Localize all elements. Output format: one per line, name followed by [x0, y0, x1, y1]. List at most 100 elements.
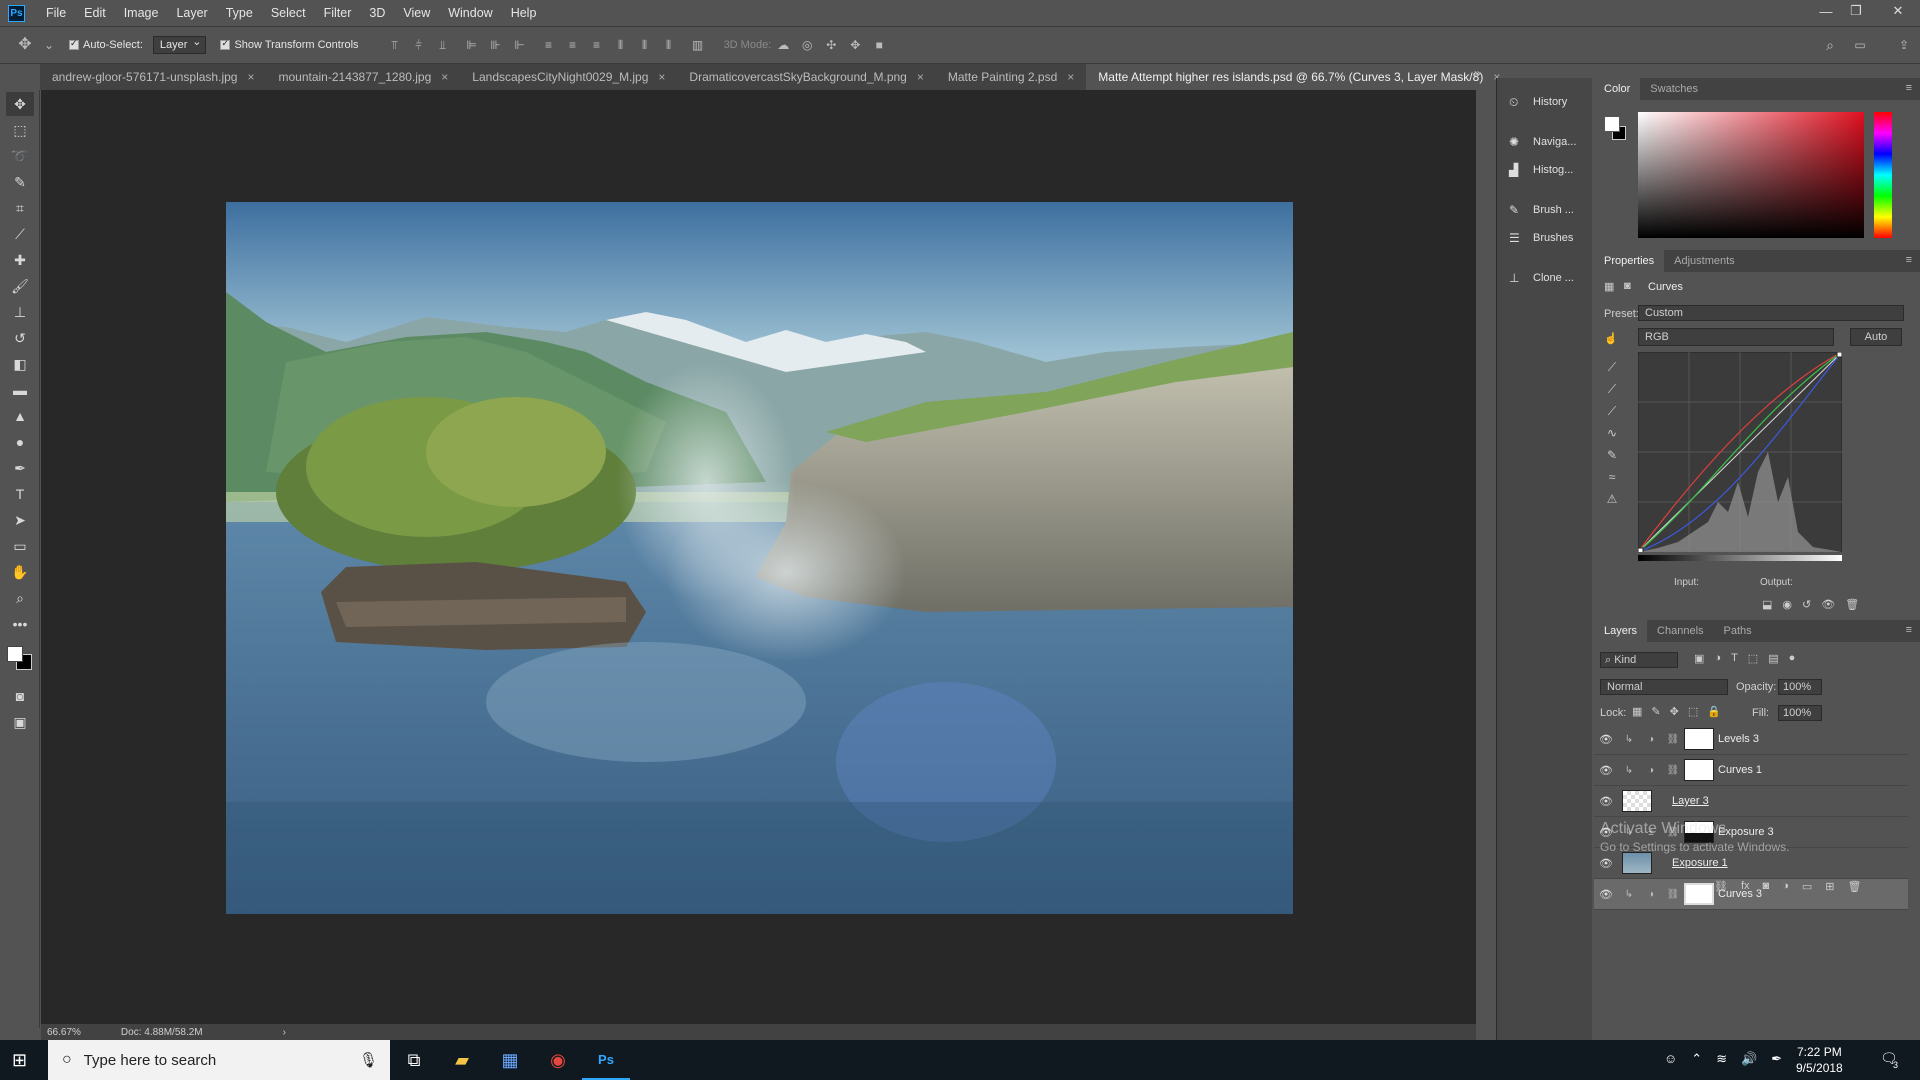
close-tab-icon[interactable]: ×: [1067, 64, 1074, 90]
quick-select-tool-icon[interactable]: ✎: [6, 170, 34, 194]
align-left-icon[interactable]: ⊫: [465, 38, 479, 52]
menu-type[interactable]: Type: [217, 0, 262, 26]
3d-orbit-icon[interactable]: ☁: [776, 38, 790, 52]
auto-button[interactable]: Auto: [1850, 328, 1902, 346]
status-arrow-icon[interactable]: ›: [283, 1027, 286, 1038]
visibility-icon[interactable]: 👁: [1821, 598, 1835, 611]
minimize-icon[interactable]: —: [1812, 0, 1840, 22]
clipping-warning-icon[interactable]: ⚠: [1602, 488, 1622, 510]
quick-mask-icon[interactable]: ◙: [6, 684, 34, 708]
app-building-icon[interactable]: ▦: [486, 1040, 534, 1080]
opacity-input[interactable]: 100%: [1778, 679, 1822, 695]
menu-layer[interactable]: Layer: [167, 0, 216, 26]
layer-row[interactable]: 👁 ↳ ◑ ⛓ Curves 1: [1594, 755, 1908, 786]
pencil-draw-icon[interactable]: ✎: [1602, 444, 1622, 466]
dock-histogram[interactable]: ▟ Histog...: [1497, 156, 1592, 184]
hand-tool-icon[interactable]: ✋: [6, 560, 34, 584]
blur-tool-icon[interactable]: ▲: [6, 404, 34, 428]
tab-swatches[interactable]: Swatches: [1640, 78, 1708, 100]
menu-select[interactable]: Select: [262, 0, 315, 26]
menu-image[interactable]: Image: [115, 0, 168, 26]
tab-document[interactable]: DramaticovercastSkyBackground_M.png ×: [677, 64, 935, 90]
foreground-color-swatch[interactable]: [7, 646, 23, 662]
distribute-vcenter-icon[interactable]: ≡: [566, 38, 580, 52]
move-tool-icon[interactable]: ✥: [6, 92, 34, 116]
gray-point-eyedropper-icon[interactable]: ⟋: [1602, 378, 1622, 400]
layer-row[interactable]: 👁 Layer 3: [1594, 786, 1908, 817]
align-right-icon[interactable]: ⊩: [513, 38, 527, 52]
brush-tool-icon[interactable]: 🖌: [6, 274, 34, 298]
distribute-hcenter-icon[interactable]: ⦀: [638, 38, 652, 52]
3d-pan-icon[interactable]: ✣: [824, 38, 838, 52]
filter-type-icon[interactable]: T: [1731, 652, 1738, 665]
healing-brush-tool-icon[interactable]: ✚: [6, 248, 34, 272]
tab-document[interactable]: mountain-2143877_1280.jpg ×: [266, 64, 460, 90]
fx-icon[interactable]: fx: [1741, 880, 1750, 893]
pen-tool-icon[interactable]: ✒: [6, 456, 34, 480]
show-transform-checkbox[interactable]: Show Transform Controls: [220, 38, 359, 51]
panel-menu-icon[interactable]: ≡: [1906, 82, 1912, 94]
tab-paths[interactable]: Paths: [1714, 620, 1762, 642]
tab-channels[interactable]: Channels: [1647, 620, 1713, 642]
align-top-icon[interactable]: ⫪: [388, 38, 402, 52]
visibility-icon[interactable]: 👁: [1594, 888, 1618, 901]
visibility-icon[interactable]: 👁: [1594, 764, 1618, 777]
crop-tool-icon[interactable]: ⌗: [6, 196, 34, 220]
link-icon[interactable]: ⛓: [1662, 765, 1684, 776]
color-field[interactable]: [1638, 112, 1864, 238]
eraser-tool-icon[interactable]: ◧: [6, 352, 34, 376]
distribute-top-icon[interactable]: ≡: [542, 38, 556, 52]
tab-document[interactable]: Matte Painting 2.psd ×: [936, 64, 1086, 90]
close-tab-icon[interactable]: ×: [441, 64, 448, 90]
layer-row[interactable]: 👁 ↳ ◑ ⛓ Levels 3: [1594, 724, 1908, 755]
menu-3d[interactable]: 3D: [360, 0, 394, 26]
trash-icon[interactable]: 🗑: [1845, 598, 1859, 611]
link-icon[interactable]: ⛓: [1662, 734, 1684, 745]
tool-preset-chevron-icon[interactable]: ⌄: [42, 38, 56, 52]
tab-document[interactable]: andrew-gloor-576171-unsplash.jpg ×: [40, 64, 266, 90]
layer-thumbnail[interactable]: [1622, 852, 1652, 874]
volume-icon[interactable]: 🔊: [1741, 1051, 1757, 1067]
channel-dropdown[interactable]: RGB: [1638, 328, 1834, 346]
new-layer-icon[interactable]: ⊞: [1825, 880, 1834, 893]
clock[interactable]: 7:22 PM 9/5/2018: [1796, 1044, 1843, 1076]
restore-icon[interactable]: ❐: [1842, 0, 1870, 22]
zoom-level[interactable]: 66.67%: [47, 1027, 81, 1038]
targeted-adjust-icon[interactable]: ☝: [1604, 332, 1618, 345]
dock-clone-source[interactable]: ⊥ Clone ...: [1497, 264, 1592, 292]
network-icon[interactable]: ≋: [1716, 1051, 1727, 1067]
menu-help[interactable]: Help: [502, 0, 546, 26]
auto-select-checkbox[interactable]: Auto-Select:: [69, 38, 143, 51]
search-icon[interactable]: ⌕: [1823, 38, 1837, 52]
photoshop-taskbar-icon[interactable]: Ps: [582, 1040, 630, 1080]
delete-layer-icon[interactable]: 🗑: [1847, 880, 1861, 893]
close-tab-icon[interactable]: ×: [658, 64, 665, 90]
reset-icon[interactable]: ↺: [1802, 598, 1811, 611]
screen-mode-icon[interactable]: ▣: [6, 710, 34, 734]
3d-scale-icon[interactable]: ■: [872, 38, 886, 52]
fill-input[interactable]: 100%: [1778, 705, 1822, 721]
artwork-canvas[interactable]: [226, 202, 1293, 914]
tab-layers[interactable]: Layers: [1594, 620, 1648, 642]
tray-chevron-icon[interactable]: ⌃: [1691, 1051, 1702, 1067]
new-adjustment-icon[interactable]: ◑: [1782, 880, 1789, 893]
windows-start-icon[interactable]: ⊞: [12, 1050, 27, 1071]
layer-mask-thumbnail[interactable]: [1684, 759, 1714, 781]
align-vcenter-icon[interactable]: ⫩: [412, 38, 426, 52]
taskbar-search[interactable]: ○ Type here to search 🎙: [48, 1040, 390, 1080]
zoom-tool-icon[interactable]: ⌕: [6, 586, 34, 610]
tab-color[interactable]: Color: [1594, 78, 1641, 100]
filter-smart-icon[interactable]: ▤: [1768, 652, 1778, 665]
distribute-bottom-icon[interactable]: ≡: [590, 38, 604, 52]
tab-document-active[interactable]: Matte Attempt higher res islands.psd @ 6…: [1086, 64, 1513, 90]
distribute-right-icon[interactable]: ⦀: [662, 38, 676, 52]
fg-color-chip[interactable]: [1604, 116, 1620, 132]
tab-document[interactable]: LandscapesCityNight0029_M.jpg ×: [460, 64, 677, 90]
close-tab-icon[interactable]: ×: [247, 64, 254, 90]
menu-file[interactable]: File: [37, 0, 75, 26]
pen-icon[interactable]: ✒: [1771, 1051, 1782, 1067]
dodge-tool-icon[interactable]: ●: [6, 430, 34, 454]
dock-history[interactable]: ⏲ History: [1497, 88, 1592, 116]
lock-pixels-icon[interactable]: ✎: [1651, 705, 1660, 718]
eyedropper-tool-icon[interactable]: ⟋: [6, 222, 34, 246]
